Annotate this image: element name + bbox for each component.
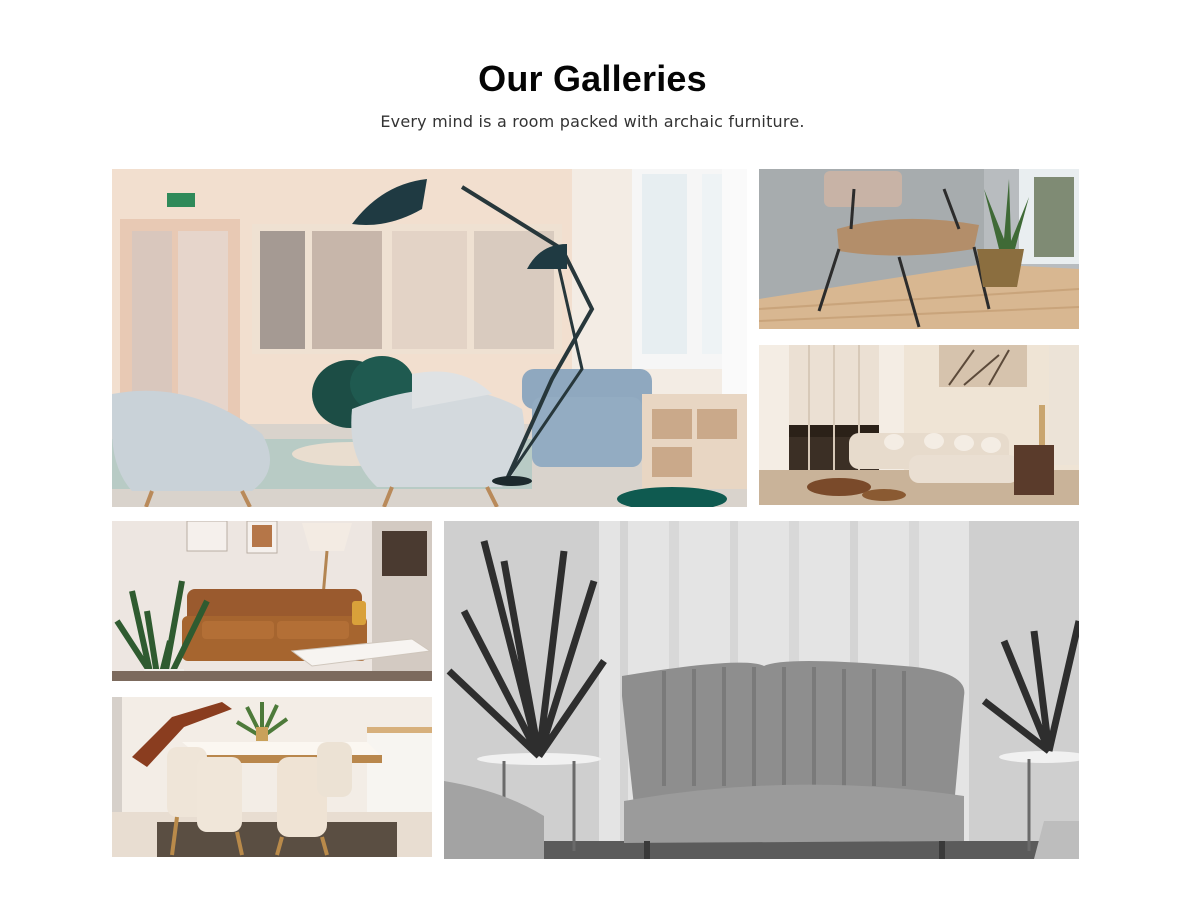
- leather-sofa-illustration: [112, 521, 432, 681]
- gallery-title: Our Galleries: [478, 58, 707, 99]
- gallery-photo-leather-sofa[interactable]: [112, 521, 432, 681]
- gallery-photo-dining-room[interactable]: [112, 697, 432, 857]
- lounge-chair-illustration: [759, 169, 1079, 329]
- gallery-subtitle: Every mind is a room packed with archaic…: [380, 112, 805, 131]
- gallery-section: Our Galleries Every mind is a room packe…: [0, 0, 1185, 923]
- gallery-photo-living-room[interactable]: [112, 169, 747, 507]
- living-room-illustration: [112, 169, 747, 507]
- grey-sofa-illustration: [444, 521, 1079, 859]
- sectional-sofa-illustration: [759, 345, 1079, 505]
- gallery-photo-grey-sofa[interactable]: [444, 521, 1079, 859]
- gallery-photo-sectional-sofa[interactable]: [759, 345, 1079, 505]
- dining-room-illustration: [112, 697, 432, 857]
- gallery-photo-lounge-chair[interactable]: [759, 169, 1079, 329]
